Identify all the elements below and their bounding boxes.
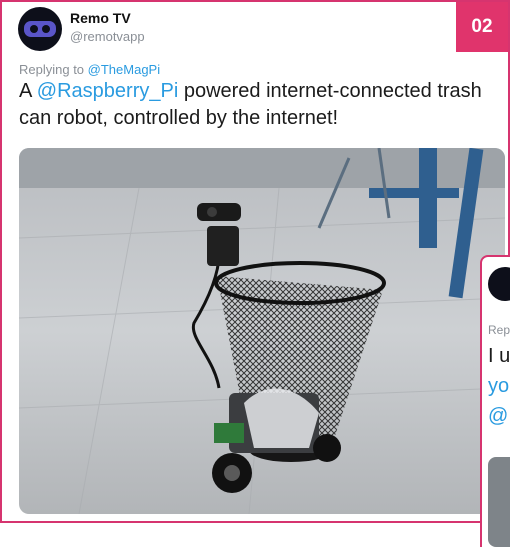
replying-to: Replying to @TheMagPi xyxy=(19,62,160,77)
second-tweet-photo[interactable] xyxy=(488,457,510,547)
second-avatar[interactable] xyxy=(488,267,510,301)
tweet-text-start: A xyxy=(19,80,37,102)
remo-logo-icon xyxy=(24,21,56,37)
second-tweet-line-1: I u xyxy=(488,345,510,367)
trash-can-robot-image xyxy=(19,148,505,514)
second-replying-to: Repl xyxy=(488,323,510,337)
replying-to-link[interactable]: @TheMagPi xyxy=(88,62,160,77)
avatar[interactable] xyxy=(18,7,62,51)
tweet-photo[interactable] xyxy=(19,148,505,514)
tweet-card: Remo TV @remotvapp 02 Replying to @TheMa… xyxy=(0,0,510,523)
mention-link[interactable]: @Raspberry_Pi xyxy=(37,80,178,102)
user-handle[interactable]: @remotvapp xyxy=(70,29,145,44)
page-number-badge: 02 xyxy=(456,2,508,52)
tweet-text: A @Raspberry_Pi powered internet-connect… xyxy=(19,78,508,132)
replying-to-label: Replying to xyxy=(19,62,85,77)
second-tweet-line-3: @ xyxy=(488,405,509,427)
second-tweet-line-2: yo xyxy=(488,375,510,397)
display-name[interactable]: Remo TV xyxy=(70,10,131,26)
second-tweet-card[interactable]: Repl I u yo @ xyxy=(480,255,510,547)
